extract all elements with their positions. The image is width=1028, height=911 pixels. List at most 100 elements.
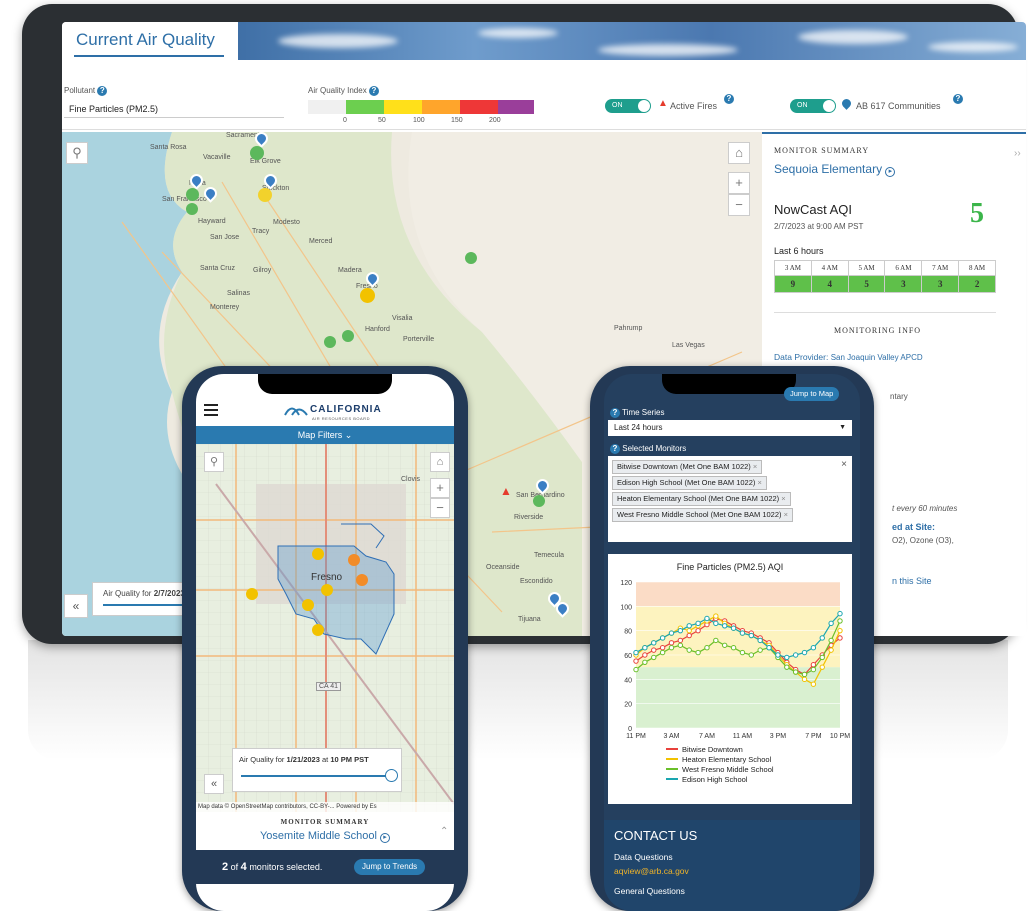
date-slider-date: 2/7/2023 — [153, 589, 185, 598]
monitor-marker[interactable] — [324, 336, 336, 348]
clear-all-icon[interactable]: × — [841, 459, 847, 470]
monitor-chip-box[interactable]: Bitwise Downtown (Met One BAM 1022) × Ed… — [608, 456, 852, 542]
zoom-in-button[interactable]: + — [430, 478, 450, 498]
map-home-button[interactable]: ⌂ — [728, 142, 750, 164]
menu-icon[interactable] — [204, 404, 218, 416]
remove-icon[interactable]: × — [784, 510, 788, 519]
pollutant-select[interactable]: Fine Particles (PM2.5) — [64, 100, 284, 118]
monitor-chip[interactable]: Heaton Elementary School (Met One BAM 10… — [612, 492, 791, 506]
monitor-marker[interactable] — [321, 584, 333, 596]
hour-header: 7 AM — [921, 260, 960, 276]
data-point — [730, 645, 737, 651]
zoom-in-button[interactable]: + — [728, 172, 750, 194]
monitor-marker[interactable] — [465, 252, 477, 264]
data-point — [659, 635, 666, 641]
aqi-band — [636, 667, 840, 728]
map-label: Santa Rosa — [150, 144, 187, 151]
collapse-panel-button[interactable]: « — [204, 774, 224, 794]
map-label: Monterey — [210, 304, 240, 311]
ab617-toggle[interactable]: ON — [790, 99, 836, 113]
map-label: Hayward — [198, 218, 226, 225]
y-tick-label: 20 — [624, 702, 632, 709]
map-filters-bar[interactable]: Map Filters ⌄ — [196, 426, 454, 444]
monitor-chip[interactable]: West Fresno Middle School (Met One BAM 1… — [612, 508, 793, 522]
monitor-marker[interactable] — [186, 203, 198, 215]
legend-entry: Edison High School — [682, 775, 748, 784]
active-fires-toggle[interactable]: ON — [605, 99, 651, 113]
summary-heading: MONITOR SUMMARY — [280, 818, 370, 826]
data-point — [730, 625, 737, 631]
monitor-marker[interactable] — [186, 188, 199, 201]
zoom-out-button[interactable]: − — [430, 498, 450, 518]
jump-to-map-button[interactable]: Jump to Map — [784, 387, 840, 401]
monitor-marker[interactable] — [302, 599, 314, 611]
aqi-moderate-swatch — [384, 100, 422, 114]
jump-to-trends-button[interactable]: Jump to Trends — [354, 859, 426, 875]
panel-close-icon[interactable]: ›› — [1014, 148, 1021, 159]
desktop-header: Current Air Quality — [62, 22, 1026, 62]
map-search-button[interactable]: ⚲ — [66, 142, 88, 164]
monitor-marker[interactable] — [342, 330, 354, 342]
data-point — [819, 654, 825, 661]
phone-map[interactable]: ⚲ ⌂ + − Clovis Fresno CA 41 Air Quality … — [196, 444, 454, 812]
contact-heading: CONTACT US — [614, 828, 698, 843]
monitor-marker[interactable] — [312, 624, 324, 636]
data-point — [633, 658, 639, 664]
monitor-marker[interactable] — [348, 554, 360, 566]
chart-card: Fine Particles (PM2.5) AQI 0 20 40 60 80 100 12… — [608, 554, 852, 804]
data-point — [748, 632, 755, 639]
map-search-button[interactable]: ⚲ — [204, 452, 224, 472]
hour-value: 2 — [958, 275, 996, 293]
hour-value: 5 — [847, 275, 886, 293]
help-icon[interactable]: ? — [610, 408, 620, 418]
remove-icon[interactable]: × — [781, 494, 785, 503]
help-icon[interactable]: ? — [724, 94, 734, 104]
map-home-button[interactable]: ⌂ — [430, 452, 450, 472]
collapse-panel-button[interactable]: « — [64, 594, 88, 618]
monitor-chip[interactable]: Bitwise Downtown (Met One BAM 1022) × — [612, 460, 763, 474]
data-point — [659, 649, 666, 656]
help-icon[interactable]: ? — [368, 86, 379, 96]
map-label: San Jose — [210, 234, 240, 241]
monitor-marker[interactable] — [246, 588, 258, 600]
site-name-link[interactable]: Yosemite Middle School ▸ — [196, 830, 454, 843]
zoom-out-button[interactable]: − — [728, 194, 750, 216]
title-underline — [74, 55, 224, 57]
data-point — [651, 654, 657, 661]
fire-icon[interactable]: ▲ — [500, 484, 512, 498]
data-point — [713, 613, 719, 619]
help-icon[interactable]: ? — [610, 444, 620, 454]
monitor-chip[interactable]: Edison High School (Met One BAM 1022) × — [612, 476, 767, 490]
monitor-marker[interactable] — [360, 288, 375, 303]
monitor-marker[interactable] — [250, 146, 264, 160]
chevron-circle-icon: ▸ — [885, 167, 896, 177]
data-point — [642, 645, 648, 651]
expand-icon[interactable]: ⌃ — [440, 826, 448, 837]
monitor-marker[interactable] — [356, 574, 368, 586]
help-icon[interactable]: ? — [97, 86, 108, 96]
map-label: CA 41 — [316, 682, 342, 691]
email-link[interactable]: aqview@arb.ca.gov — [614, 866, 689, 876]
date-slider-box: Air Quality for 1/21/2023 at 10 PM PST — [232, 748, 402, 792]
map-label: Madera — [338, 267, 362, 274]
site-name-link[interactable]: Sequoia Elementary ▸ — [774, 162, 896, 177]
date-slider-track[interactable] — [241, 775, 393, 777]
monitor-marker[interactable] — [312, 548, 324, 560]
partial-text: ntary — [890, 392, 908, 401]
monitor-marker[interactable] — [533, 495, 545, 507]
remove-icon[interactable]: × — [753, 462, 757, 471]
provider-link[interactable]: San Joaquin Valley APCD — [831, 353, 923, 362]
contact-section: CONTACT US Data Questions aqview@arb.ca.… — [604, 820, 860, 911]
time-series-select[interactable]: Last 24 hours ▼ — [608, 420, 852, 436]
monitor-marker[interactable] — [258, 188, 272, 202]
data-point — [668, 645, 675, 651]
hour-value: 4 — [810, 275, 849, 293]
data-point — [633, 666, 639, 673]
data-point — [784, 654, 790, 661]
data-point — [713, 620, 719, 627]
map-label: Riverside — [514, 514, 544, 521]
help-icon[interactable]: ? — [953, 94, 963, 104]
date-slider-handle[interactable] — [385, 769, 398, 782]
brand-subtitle: AIR RESOURCES BOARD — [312, 416, 370, 421]
remove-icon[interactable]: × — [758, 478, 762, 487]
